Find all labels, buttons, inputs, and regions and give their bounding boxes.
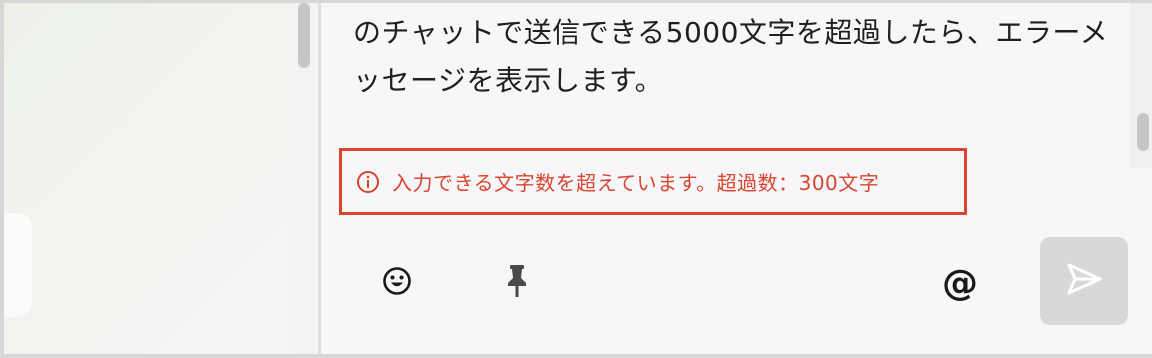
app-window: のチャットで送信できる5000文字を超過したら、エラーメッセージを表示します。 …: [0, 0, 1152, 358]
left-panel-card: [4, 213, 32, 317]
smiley-icon: [382, 266, 412, 300]
error-message: 入力できる文字数を超えています。超過数：300文字: [339, 148, 967, 215]
send-icon: [1064, 259, 1104, 303]
chat-composer: のチャットで送信できる5000文字を超過したら、エラーメッセージを表示します。 …: [321, 3, 1152, 354]
at-sign-icon: @: [942, 262, 978, 304]
mention-button[interactable]: @: [935, 261, 985, 305]
left-panel: [4, 3, 290, 354]
send-button[interactable]: [1040, 237, 1128, 325]
pin-icon: [504, 263, 530, 303]
message-input[interactable]: のチャットで送信できる5000文字を超過したら、エラーメッセージを表示します。: [353, 9, 1113, 105]
pin-button[interactable]: [497, 261, 537, 305]
error-text: 入力できる文字数を超えています。超過数：300文字: [392, 171, 880, 195]
emoji-button[interactable]: [375, 261, 419, 305]
info-circle-icon: [356, 170, 380, 194]
left-scrollbar-thumb[interactable]: [298, 3, 310, 68]
message-scrollbar-thumb[interactable]: [1137, 113, 1149, 151]
